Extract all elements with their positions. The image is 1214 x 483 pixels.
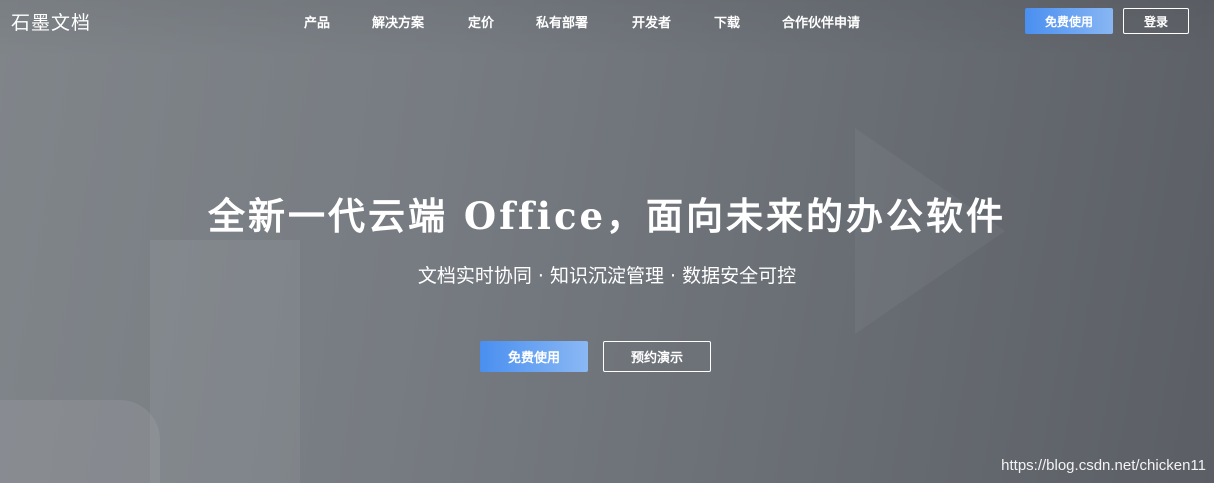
nav-item-pricing[interactable]: 定价	[468, 12, 494, 31]
hero-headline: 全新一代云端 Office，面向未来的办公软件	[207, 194, 1007, 238]
login-button[interactable]: 登录	[1123, 8, 1189, 34]
top-shade-overlay	[0, 0, 1214, 483]
header-free-use-button[interactable]: 免费使用	[1025, 8, 1113, 34]
nav-item-developers[interactable]: 开发者	[632, 12, 671, 31]
nav-item-partner-apply[interactable]: 合作伙伴申请	[782, 12, 860, 31]
nav-item-download[interactable]: 下载	[714, 12, 740, 31]
nav-item-private-deploy[interactable]: 私有部署	[536, 12, 588, 31]
url-watermark: https://blog.csdn.net/chicken11	[1001, 457, 1206, 474]
hero-subline: 文档实时协同 · 知识沉淀管理 · 数据安全可控	[417, 265, 797, 287]
nav-item-products[interactable]: 产品	[304, 12, 330, 31]
nav-item-solutions[interactable]: 解决方案	[372, 12, 424, 31]
hero-banner: 石墨文档 产品 解决方案 定价 私有部署 开发者 下载 合作伙伴申请 免费使用 …	[0, 0, 1214, 483]
book-demo-button[interactable]: 预约演示	[603, 341, 711, 372]
hero-free-use-button[interactable]: 免费使用	[480, 341, 588, 372]
